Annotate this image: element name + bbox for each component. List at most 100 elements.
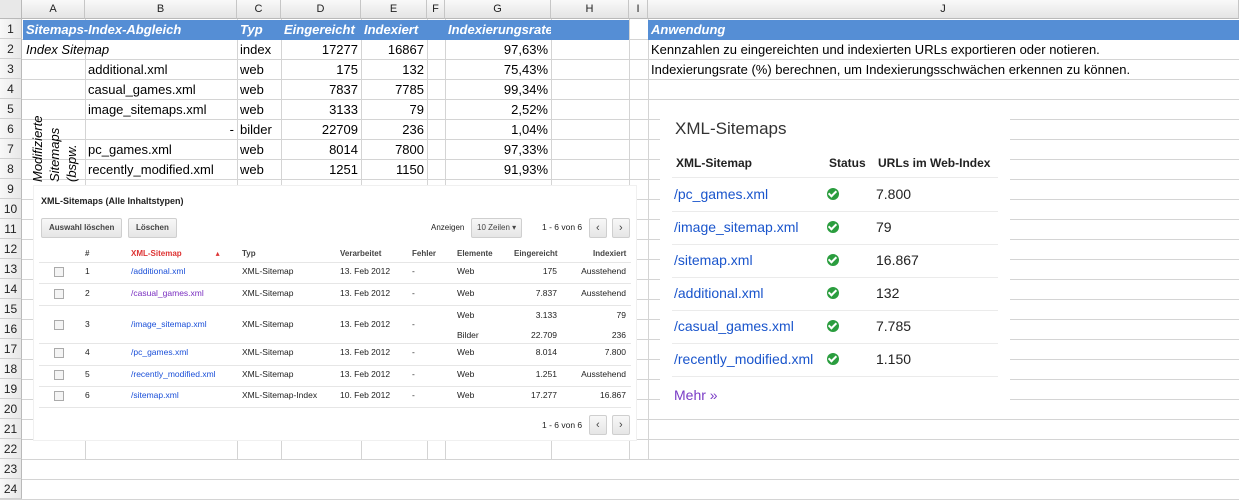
prev-page-icon[interactable]: ‹: [589, 218, 607, 238]
typ-cell[interactable]: web: [237, 60, 281, 80]
rate-cell[interactable]: 97,33%: [445, 140, 551, 160]
eingereicht-cell[interactable]: 22709: [281, 120, 361, 140]
row-header[interactable]: 5: [0, 99, 22, 119]
rows-per-page-select[interactable]: 10 Zeilen ▾: [471, 218, 523, 238]
col-typ[interactable]: Typ: [242, 249, 256, 258]
table-header-rate[interactable]: Indexierungsrate: [445, 20, 551, 40]
index-row-name[interactable]: Index Sitemap: [23, 40, 237, 60]
indexiert-cell[interactable]: 236: [361, 120, 427, 140]
index-row-eingereicht[interactable]: 17277: [281, 40, 361, 60]
col-elemente[interactable]: Elemente: [457, 249, 493, 258]
rate-cell[interactable]: 91,93%: [445, 160, 551, 180]
sitemap-name-cell[interactable]: casual_games.xml: [85, 80, 237, 100]
row-header[interactable]: 21: [0, 419, 22, 439]
prev-page-bottom-icon[interactable]: ‹: [589, 415, 607, 435]
row-header[interactable]: 1: [0, 19, 22, 39]
delete-button[interactable]: Löschen: [128, 218, 177, 238]
row-header[interactable]: 7: [0, 139, 22, 159]
column-header[interactable]: G: [445, 0, 551, 19]
row-header[interactable]: 19: [0, 379, 22, 399]
row-checkbox[interactable]: [54, 391, 64, 401]
sitemap-name-cell[interactable]: additional.xml: [85, 60, 237, 80]
typ-cell[interactable]: web: [237, 80, 281, 100]
row-checkbox[interactable]: [54, 348, 64, 358]
next-page-icon[interactable]: ›: [612, 218, 630, 238]
widget-sitemap-link[interactable]: /additional.xml: [674, 285, 764, 301]
row-checkbox[interactable]: [54, 320, 64, 330]
eingereicht-cell[interactable]: 7837: [281, 80, 361, 100]
column-header[interactable]: J: [648, 0, 1239, 19]
table-header-f[interactable]: [427, 20, 445, 40]
rate-cell[interactable]: 75,43%: [445, 60, 551, 80]
clear-selection-button[interactable]: Auswahl löschen: [41, 218, 123, 238]
row-header[interactable]: 24: [0, 479, 22, 499]
indexiert-cell[interactable]: 132: [361, 60, 427, 80]
column-header[interactable]: E: [361, 0, 427, 19]
row-checkbox[interactable]: [54, 370, 64, 380]
index-row-rate[interactable]: 97,63%: [445, 40, 551, 60]
index-row-indexiert[interactable]: 16867: [361, 40, 427, 60]
anwendung-line1[interactable]: Kennzahlen zu eingereichten und indexier…: [648, 40, 1239, 60]
select-all-corner[interactable]: [0, 0, 22, 19]
eingereicht-cell[interactable]: 175: [281, 60, 361, 80]
sitemap-name-cell[interactable]: image_sitemaps.xml: [85, 100, 237, 120]
rate-cell[interactable]: 2,52%: [445, 100, 551, 120]
typ-cell[interactable]: web: [237, 140, 281, 160]
indexiert-cell[interactable]: 7785: [361, 80, 427, 100]
row-header[interactable]: 22: [0, 439, 22, 459]
column-header[interactable]: A: [22, 0, 85, 19]
typ-cell[interactable]: bilder: [237, 120, 281, 140]
row-header[interactable]: 11: [0, 219, 22, 239]
anwendung-header[interactable]: Anwendung: [648, 20, 1239, 40]
rate-cell[interactable]: 1,04%: [445, 120, 551, 140]
col-eingereicht[interactable]: Eingereicht: [514, 249, 558, 258]
more-link[interactable]: Mehr »: [674, 387, 718, 403]
sitemap-name-cell[interactable]: pc_games.xml: [85, 140, 237, 160]
row-header[interactable]: 3: [0, 59, 22, 79]
anwendung-line2[interactable]: Indexierungsrate (%) berechnen, um Index…: [648, 60, 1239, 80]
row-header[interactable]: 23: [0, 459, 22, 479]
widget-sitemap-link[interactable]: /casual_games.xml: [674, 318, 794, 334]
row-header[interactable]: 2: [0, 39, 22, 59]
row-header[interactable]: 4: [0, 79, 22, 99]
indexiert-cell[interactable]: 79: [361, 100, 427, 120]
widget-sitemap-link[interactable]: /pc_games.xml: [674, 186, 768, 202]
rate-cell[interactable]: 99,34%: [445, 80, 551, 100]
typ-cell[interactable]: web: [237, 100, 281, 120]
column-header[interactable]: C: [237, 0, 281, 19]
row-header[interactable]: 20: [0, 399, 22, 419]
typ-cell[interactable]: web: [237, 160, 281, 180]
table-header-indexiert[interactable]: Indexiert: [361, 20, 427, 40]
sitemap-link[interactable]: /pc_games.xml: [131, 347, 188, 357]
col-sitemap[interactable]: XML-Sitemap ▴: [131, 249, 220, 258]
col-indexiert[interactable]: Indexiert: [593, 249, 626, 258]
row-header[interactable]: 14: [0, 279, 22, 299]
index-row-typ[interactable]: index: [237, 40, 281, 60]
sitemap-link[interactable]: /additional.xml: [131, 266, 185, 276]
row-header[interactable]: 6: [0, 119, 22, 139]
column-header[interactable]: H: [551, 0, 629, 19]
sitemap-link[interactable]: /casual_games.xml: [131, 288, 204, 298]
sitemap-link[interactable]: /sitemap.xml: [131, 390, 179, 400]
column-header[interactable]: I: [629, 0, 648, 19]
row-header[interactable]: 13: [0, 259, 22, 279]
column-header[interactable]: B: [85, 0, 237, 19]
sitemap-name-cell[interactable]: recently_modified.xml: [85, 160, 237, 180]
row-header[interactable]: 9: [0, 179, 22, 199]
row-header[interactable]: 15: [0, 299, 22, 319]
row-header[interactable]: 18: [0, 359, 22, 379]
eingereicht-cell[interactable]: 1251: [281, 160, 361, 180]
row-header[interactable]: 16: [0, 319, 22, 339]
row-header[interactable]: 10: [0, 199, 22, 219]
column-header[interactable]: D: [281, 0, 361, 19]
next-page-bottom-icon[interactable]: ›: [612, 415, 630, 435]
table-header-h[interactable]: [551, 20, 629, 40]
sitemap-link[interactable]: /recently_modified.xml: [131, 369, 216, 379]
widget-sitemap-link[interactable]: /image_sitemap.xml: [674, 219, 799, 235]
table-header-title[interactable]: Sitemaps-Index-Abgleich: [23, 20, 237, 40]
row-header[interactable]: 8: [0, 159, 22, 179]
row-checkbox[interactable]: [54, 267, 64, 277]
row-checkbox[interactable]: [54, 289, 64, 299]
sitemap-link[interactable]: /image_sitemap.xml: [131, 319, 207, 329]
indexiert-cell[interactable]: 1150: [361, 160, 427, 180]
